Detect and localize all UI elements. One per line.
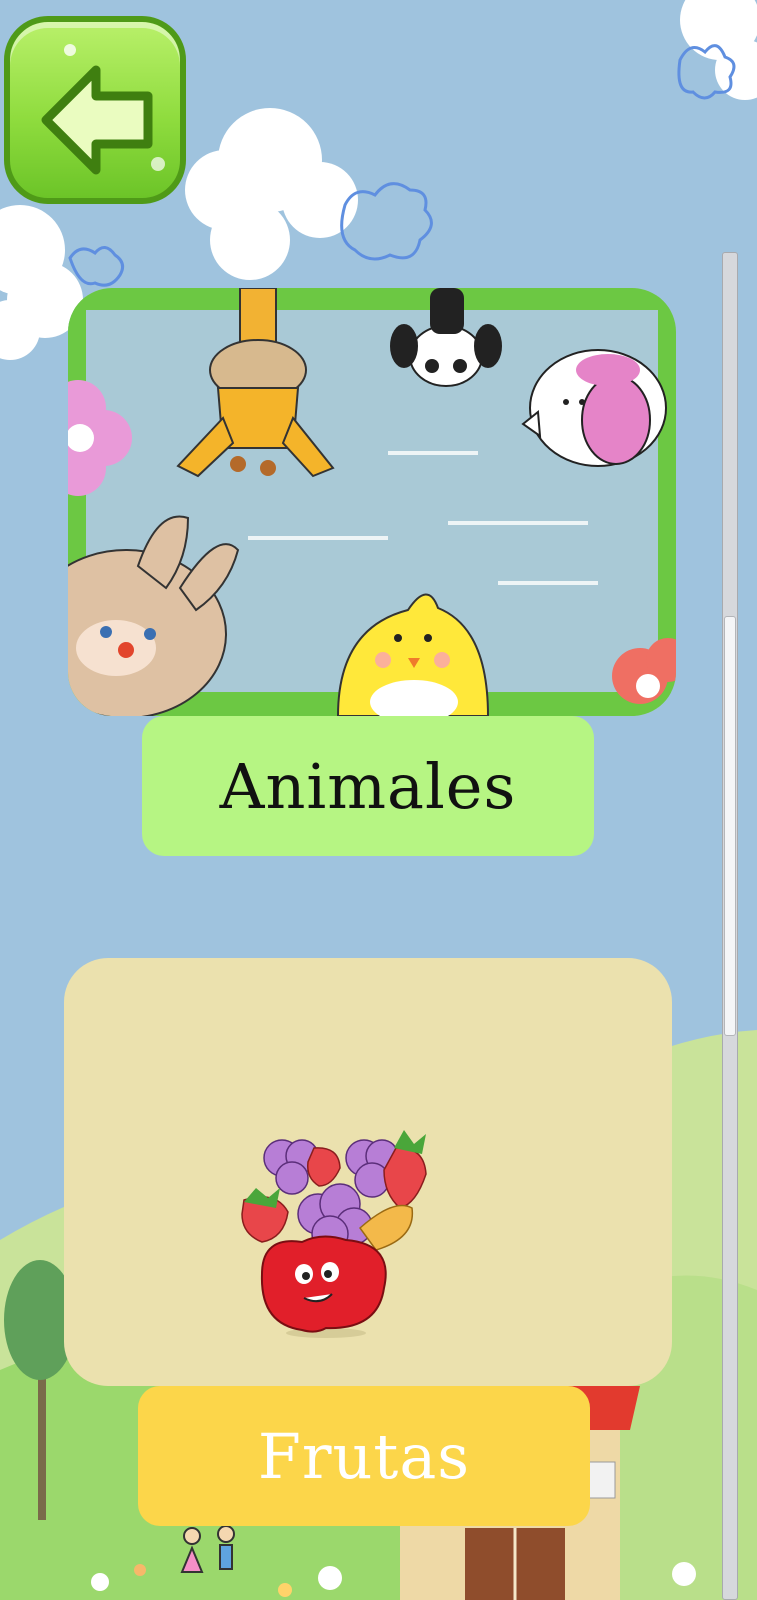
- banana: [358, 1204, 414, 1251]
- fruits-category-button[interactable]: Frutas: [138, 1386, 590, 1526]
- animals-illustration: [68, 288, 676, 716]
- animals-card-image[interactable]: [68, 288, 676, 716]
- arrow-left-icon: [41, 44, 165, 175]
- scrollbar-thumb[interactable]: [724, 616, 736, 1036]
- fruits-illustration: [241, 1130, 427, 1338]
- fruits-card-image[interactable]: [64, 958, 672, 1386]
- apple: [260, 1235, 387, 1333]
- animals-category-button[interactable]: Animales: [142, 716, 594, 856]
- back-button[interactable]: [4, 16, 186, 204]
